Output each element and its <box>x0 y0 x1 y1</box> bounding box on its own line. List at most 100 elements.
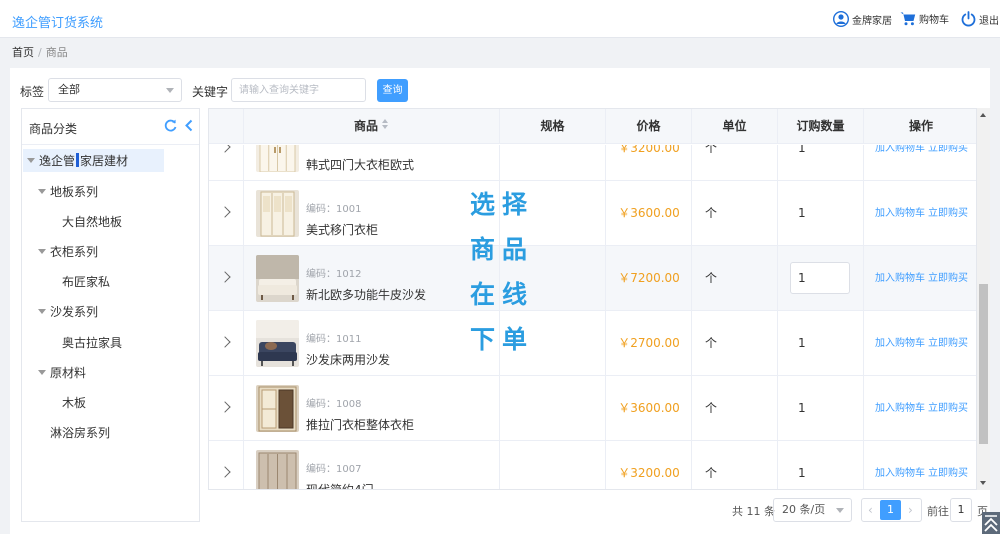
pagination-nav: ‹ 1 › <box>861 498 922 522</box>
tree-node-label: 布匠家私 <box>62 275 111 289</box>
unit-cell: 个 <box>692 181 778 246</box>
quantity-value[interactable]: 1 <box>798 441 806 489</box>
spec-cell <box>500 376 606 441</box>
table-row: 编码：1001 美式移门衣柜 ￥3600.00 个 1 加入购物车 立即购买 <box>209 181 976 246</box>
tree-node-floor[interactable]: 地板系列 <box>38 183 98 200</box>
tree-node-aogula[interactable]: 奥古拉家具 <box>62 334 122 351</box>
product-price: ￥3600.00 <box>618 206 680 220</box>
table-scrollbar[interactable] <box>977 108 990 490</box>
query-button[interactable]: 查询 <box>377 79 408 102</box>
user-menu[interactable]: 金牌家居 <box>833 11 892 27</box>
chevron-right-icon[interactable] <box>219 271 231 283</box>
buy-now-link[interactable]: 立即购买 <box>928 246 968 311</box>
tree-node-bujiang[interactable]: 布匠家私 <box>62 273 110 290</box>
tree-node-label: 淋浴房系列 <box>50 426 111 440</box>
add-to-cart-link[interactable]: 加入购物车 <box>875 376 925 441</box>
breadcrumb-current: 商品 <box>45 46 68 59</box>
keyword-input[interactable] <box>231 78 366 102</box>
keyword-label: 关键字 <box>192 85 229 99</box>
product-price: ￥7200.00 <box>618 271 680 285</box>
tree-node-label: 木板 <box>62 396 87 410</box>
quantity-value[interactable]: 1 <box>798 181 806 246</box>
product-thumbnail <box>256 450 299 489</box>
quantity-input[interactable]: 1 <box>790 262 850 294</box>
add-to-cart-link[interactable]: 加入购物车 <box>875 145 925 181</box>
buy-now-link[interactable]: 立即购买 <box>928 311 968 376</box>
qty-cell: 1 <box>778 311 864 376</box>
chevron-right-icon[interactable] <box>219 145 231 153</box>
tag-select[interactable]: 全部 <box>48 78 182 102</box>
category-tree-header: 商品分类 <box>22 109 199 145</box>
add-to-cart-link[interactable]: 加入购物车 <box>875 311 925 376</box>
tree-node-sofa[interactable]: 沙发系列 <box>38 303 98 320</box>
scroll-up-icon[interactable] <box>980 113 986 117</box>
product-cell: 编码：1001 美式移门衣柜 <box>244 181 500 246</box>
scrollbar-thumb[interactable] <box>979 284 988 444</box>
column-header-product[interactable]: 商品 <box>244 109 500 144</box>
expand-cell <box>209 181 244 246</box>
caret-down-icon <box>38 309 46 314</box>
sort-icon[interactable] <box>382 119 389 131</box>
add-to-cart-link[interactable]: 加入购物车 <box>875 246 925 311</box>
refresh-icon[interactable] <box>164 119 177 132</box>
pagination-total: 共 11 条 <box>732 505 775 518</box>
column-header-qty: 订购数量 <box>778 109 864 144</box>
next-page-icon[interactable]: › <box>908 503 913 517</box>
tree-node-shower[interactable]: 淋浴房系列 <box>50 424 110 441</box>
page-number-current[interactable]: 1 <box>880 500 901 520</box>
breadcrumb-home[interactable]: 首页 <box>12 46 34 59</box>
product-code: 编码：1011 <box>306 334 362 345</box>
text-cursor <box>76 153 80 167</box>
column-header-price: 价格 <box>606 109 692 144</box>
product-price: ￥2700.00 <box>618 336 680 350</box>
table-row: 编码：1008 推拉门衣柜整体衣柜 ￥3600.00 个 1 加入购物车 立即购… <box>209 376 976 441</box>
promo-line: 选择 <box>470 190 535 219</box>
buy-now-link[interactable]: 立即购买 <box>928 441 968 489</box>
column-header-spec: 规格 <box>500 109 606 144</box>
table-row: 编码：1012 新北欧多功能牛皮沙发 ￥7200.00 个 1 加入购物车 立即… <box>209 246 976 311</box>
product-name: 新北欧多功能牛皮沙发 <box>306 288 427 302</box>
chevron-right-icon[interactable] <box>219 401 231 413</box>
tree-node-label: 沙发系列 <box>50 305 99 319</box>
goto-page-input[interactable]: 1 <box>950 498 972 522</box>
scroll-down-icon[interactable] <box>980 481 986 485</box>
logout-button[interactable]: 退出 <box>961 11 999 27</box>
quantity-value[interactable]: 1 <box>798 145 806 181</box>
buy-now-link[interactable]: 立即购买 <box>928 376 968 441</box>
chevron-right-icon[interactable] <box>219 466 231 478</box>
add-to-cart-link[interactable]: 加入购物车 <box>875 441 925 489</box>
product-cell: 编码：1008 推拉门衣柜整体衣柜 <box>244 376 500 441</box>
back-to-top-button[interactable] <box>982 512 1000 534</box>
cart-link[interactable]: 购物车 <box>900 11 949 26</box>
product-code: 编码：1007 <box>306 464 362 475</box>
tree-node-nature-floor[interactable]: 大自然地板 <box>62 213 122 230</box>
chevron-right-icon[interactable] <box>219 206 231 218</box>
goto-label: 前往 <box>927 505 949 518</box>
tree-node-board[interactable]: 木板 <box>62 394 86 411</box>
collapse-icon[interactable] <box>184 119 194 132</box>
user-name: 金牌家居 <box>852 15 892 27</box>
product-name: 美式移门衣柜 <box>306 223 379 237</box>
back-to-top-icon <box>984 515 998 532</box>
breadcrumb: 首页 / 商品 <box>12 44 68 60</box>
prev-page-icon[interactable]: ‹ <box>868 503 873 517</box>
tree-node-wardrobe[interactable]: 衣柜系列 <box>38 243 98 260</box>
unit-cell: 个 <box>692 376 778 441</box>
tree-node-label: 奥古拉家具 <box>62 336 123 350</box>
tree-node-root[interactable]: 逸企管 家居建材 <box>23 149 165 172</box>
breadcrumb-separator: / <box>38 46 42 59</box>
category-tree: 商品分类 逸企管 家居建材 地板系列 大自然地板 衣柜系列 布匠家私 沙发系列 奥… <box>21 108 200 522</box>
page-size-select[interactable]: 20 条/页 <box>773 498 852 522</box>
product-name: 现代简约4门 <box>306 483 374 490</box>
buy-now-link[interactable]: 立即购买 <box>928 181 968 246</box>
tree-node-material[interactable]: 原材料 <box>38 364 86 381</box>
promo-overlay: 选择 商品 在线 下单 <box>470 182 540 362</box>
product-price: ￥3200.00 <box>618 145 680 155</box>
quantity-value[interactable]: 1 <box>798 311 806 376</box>
buy-now-link[interactable]: 立即购买 <box>928 145 968 181</box>
add-to-cart-link[interactable]: 加入购物车 <box>875 181 925 246</box>
price-cell: ￥7200.00 <box>606 246 692 311</box>
product-thumbnail <box>256 145 299 172</box>
quantity-value[interactable]: 1 <box>798 376 806 441</box>
chevron-right-icon[interactable] <box>219 336 231 348</box>
